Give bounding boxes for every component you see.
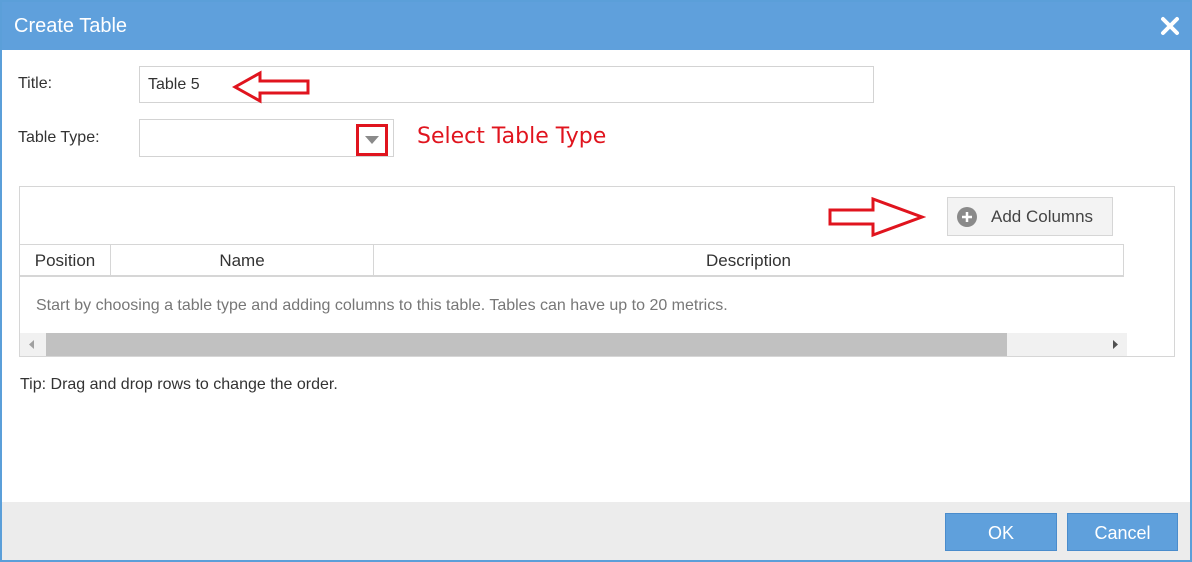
ok-button[interactable]: OK xyxy=(945,513,1057,551)
close-icon[interactable] xyxy=(1158,14,1182,38)
dialog-footer: OK Cancel xyxy=(2,502,1190,560)
add-columns-annotation-arrow xyxy=(828,196,926,238)
scroll-left-icon[interactable] xyxy=(20,333,44,356)
column-header-name[interactable]: Name xyxy=(111,245,374,276)
horizontal-scrollbar[interactable] xyxy=(20,333,1127,356)
grid-empty-message: Start by choosing a table type and addin… xyxy=(36,297,728,314)
cancel-button[interactable]: Cancel xyxy=(1067,513,1178,551)
dialog-titlebar: Create Table xyxy=(2,2,1190,50)
reorder-tip: Tip: Drag and drop rows to change the or… xyxy=(20,376,338,393)
dialog-title: Create Table xyxy=(14,15,128,37)
title-annotation-arrow xyxy=(232,70,310,104)
dropdown-arrow-icon[interactable] xyxy=(356,124,388,156)
table-type-label: Table Type: xyxy=(18,129,100,146)
select-table-type-annotation: Select Table Type xyxy=(417,124,607,149)
plus-circle-icon xyxy=(957,207,977,227)
table-type-select[interactable] xyxy=(139,119,394,157)
add-columns-label: Add Columns xyxy=(991,207,1094,226)
column-header-description[interactable]: Description xyxy=(374,245,1124,276)
create-table-dialog: Create Table Title: Table Type: Select T… xyxy=(0,0,1192,562)
title-label: Title: xyxy=(18,75,53,92)
columns-grid-panel: Add Columns Position Name Description St… xyxy=(19,186,1175,357)
add-columns-button[interactable]: Add Columns xyxy=(947,197,1113,236)
grid-header: Position Name Description xyxy=(20,244,1124,277)
column-header-position[interactable]: Position xyxy=(20,245,111,276)
scroll-right-icon[interactable] xyxy=(1103,333,1127,356)
scrollbar-thumb[interactable] xyxy=(46,333,1007,356)
